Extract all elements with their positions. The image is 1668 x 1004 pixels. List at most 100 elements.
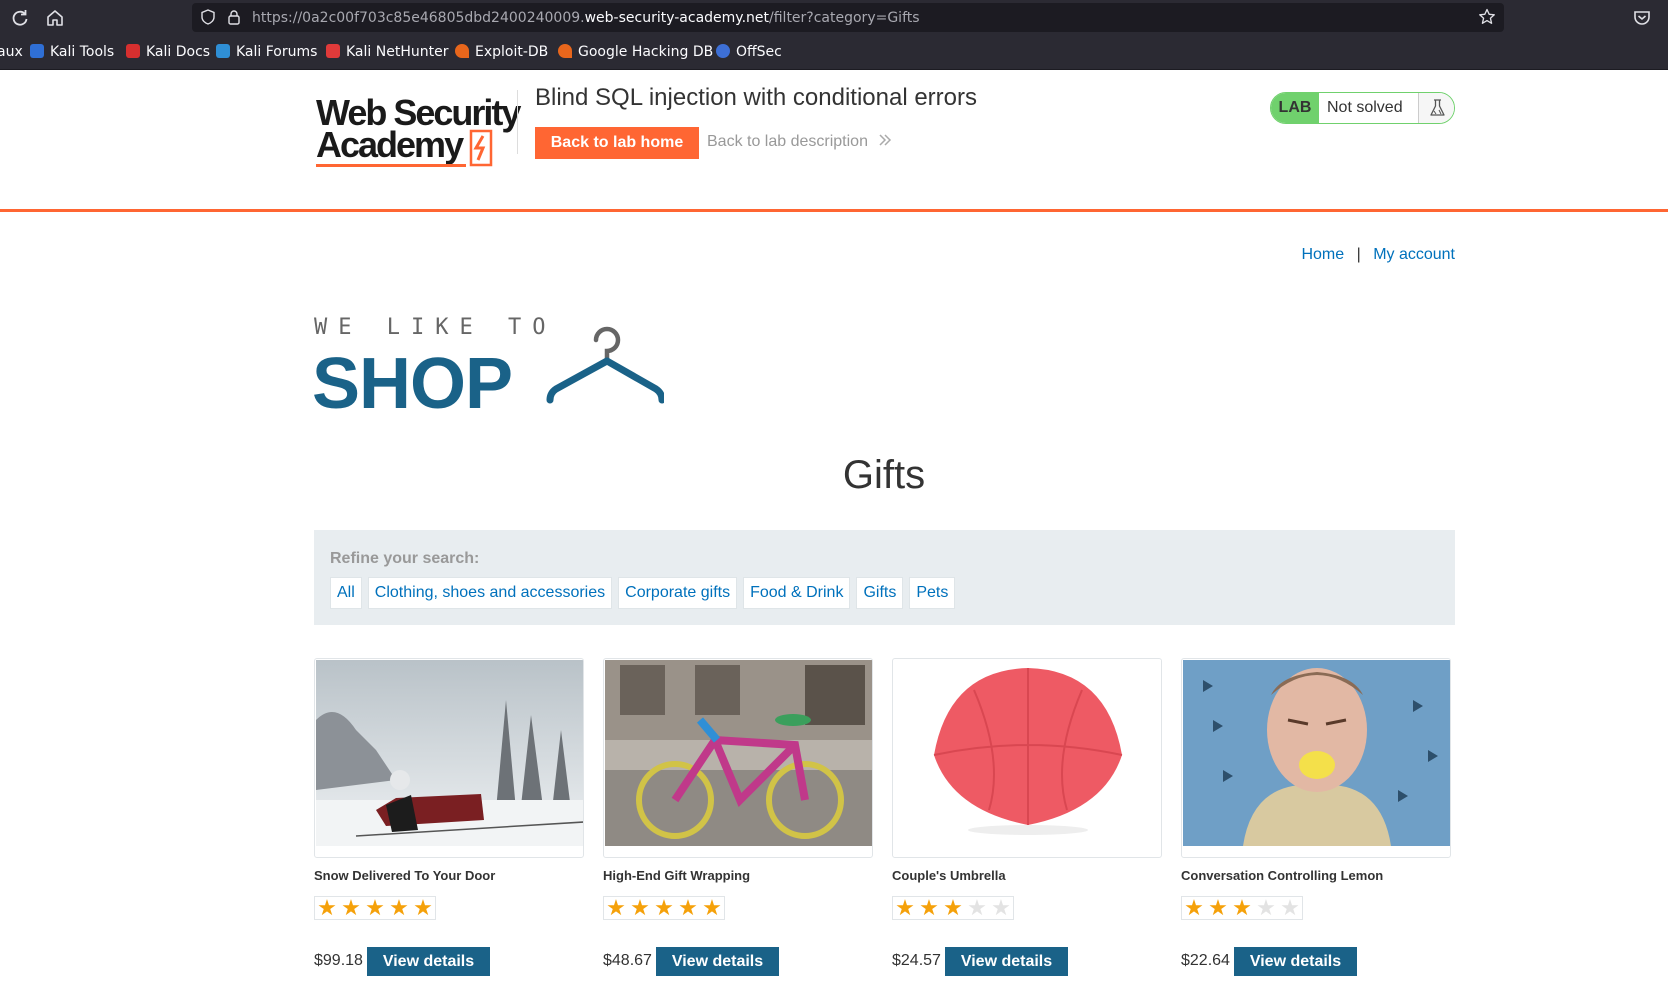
ghdb-icon	[558, 44, 572, 58]
url-field[interactable]: https://0a2c00f703c85e46805dbd2400240009…	[192, 3, 1504, 32]
bookmark-kali-docs[interactable]: Kali Docs	[126, 44, 210, 60]
hanger-icon	[546, 326, 664, 404]
double-chevron-right-icon	[872, 133, 892, 150]
bookmarks-bar: aux Kali Tools Kali Docs Kali Forums Kal…	[0, 35, 1668, 70]
bookmark-kali-forums[interactable]: Kali Forums	[216, 44, 317, 60]
star-empty-icon: ★	[1280, 895, 1300, 920]
url-text[interactable]: https://0a2c00f703c85e46805dbd2400240009…	[252, 10, 920, 26]
flask-icon	[1418, 93, 1454, 123]
star-filled-icon: ★	[1184, 895, 1204, 920]
bookmark-label: Google Hacking DB	[578, 44, 714, 60]
filter-all[interactable]: All	[330, 577, 362, 609]
filter-corporate-gifts[interactable]: Corporate gifts	[618, 577, 738, 609]
bookmark-aux[interactable]: aux	[0, 44, 23, 60]
back-to-lab-description-link[interactable]: Back to lab description	[707, 133, 892, 151]
star-rating: ★ ★ ★ ★ ★	[892, 896, 1014, 920]
view-details-button[interactable]: View details	[367, 947, 490, 976]
tracking-shield-icon[interactable]	[200, 9, 216, 30]
lock-icon[interactable]	[227, 9, 241, 30]
star-filled-icon: ★	[341, 895, 361, 920]
bookmark-label: OffSec	[736, 44, 782, 60]
exploit-db-icon	[455, 44, 469, 58]
filter-list: All Clothing, shoes and accessories Corp…	[330, 577, 956, 609]
view-details-button[interactable]: View details	[945, 947, 1068, 976]
star-empty-icon: ★	[991, 895, 1011, 920]
kali-docs-icon	[126, 44, 140, 58]
filter-pets[interactable]: Pets	[909, 577, 956, 609]
pocket-icon[interactable]	[1632, 8, 1652, 28]
url-prefix: https://0a2c00f703c85e46805dbd2400240009…	[252, 10, 585, 26]
bookmark-label: Kali NetHunter	[346, 44, 449, 60]
lab-status-widget: LAB Not solved	[1270, 92, 1455, 124]
bookmark-kali-nethunter[interactable]: Kali NetHunter	[326, 44, 448, 60]
view-details-button[interactable]: View details	[1234, 947, 1357, 976]
star-rating: ★ ★ ★ ★ ★	[314, 896, 436, 920]
product-name: Conversation Controlling Lemon	[1181, 868, 1384, 883]
bookmark-offsec[interactable]: OffSec	[716, 44, 782, 60]
product-name: Snow Delivered To Your Door	[314, 868, 496, 883]
bookmark-star-icon[interactable]	[1478, 8, 1496, 31]
bookmark-label: Kali Tools	[50, 44, 115, 60]
star-rating: ★ ★ ★ ★ ★	[1181, 896, 1303, 920]
product-name: High-End Gift Wrapping	[603, 868, 751, 883]
star-filled-icon: ★	[678, 895, 698, 920]
shop-logo-word: SHOP	[312, 344, 513, 424]
bookmark-exploit-db[interactable]: Exploit-DB	[455, 44, 548, 60]
web-security-academy-logo[interactable]: Web Security Academy	[316, 92, 521, 167]
star-filled-icon: ★	[895, 895, 915, 920]
lab-title: Blind SQL injection with conditional err…	[535, 84, 977, 111]
view-details-button[interactable]: View details	[656, 947, 779, 976]
lab-badge: LAB	[1271, 93, 1319, 123]
product-image-umbrella[interactable]	[892, 658, 1162, 858]
star-empty-icon: ★	[1256, 895, 1276, 920]
kali-nethunter-icon	[326, 44, 340, 58]
logo-underline	[316, 164, 466, 167]
reload-icon[interactable]	[10, 8, 30, 28]
filter-gifts[interactable]: Gifts	[856, 577, 904, 609]
filter-clothing[interactable]: Clothing, shoes and accessories	[367, 577, 613, 609]
star-filled-icon: ★	[389, 895, 409, 920]
star-filled-icon: ★	[702, 895, 722, 920]
logo-bolt-icon	[469, 129, 493, 167]
lab-status-text: Not solved	[1327, 99, 1403, 116]
star-filled-icon: ★	[413, 895, 433, 920]
star-filled-icon: ★	[654, 895, 674, 920]
star-filled-icon: ★	[317, 895, 337, 920]
kali-forums-icon	[216, 44, 230, 58]
product-image-snow-train[interactable]	[314, 658, 584, 858]
product-grid: Snow Delivered To Your Door ★ ★ ★ ★ ★ $99.18…	[314, 658, 1455, 1004]
star-filled-icon: ★	[630, 895, 650, 920]
bookmark-label: Kali Docs	[146, 44, 211, 60]
header-divider	[517, 90, 518, 154]
star-empty-icon: ★	[967, 895, 987, 920]
product-price: $99.18	[314, 952, 363, 969]
star-filled-icon: ★	[1208, 895, 1228, 920]
nav-separator: |	[1356, 246, 1361, 263]
star-filled-icon: ★	[606, 895, 626, 920]
filter-food-drink[interactable]: Food & Drink	[743, 577, 851, 609]
top-nav: Home | My account	[1301, 246, 1455, 264]
bookmark-label: Exploit-DB	[475, 44, 549, 60]
shop-logo-tagline: WE LIKE TO	[314, 315, 557, 340]
product-image-knitted-bike[interactable]	[603, 658, 873, 858]
url-path: /filter?category=Gifts	[769, 10, 920, 26]
shop-logo: WE LIKE TO SHOP	[312, 315, 664, 424]
browser-toolbar: https://0a2c00f703c85e46805dbd2400240009…	[0, 0, 1668, 35]
bookmark-kali-tools[interactable]: Kali Tools	[30, 44, 114, 60]
star-filled-icon: ★	[365, 895, 385, 920]
product-image-lemon-man[interactable]	[1181, 658, 1451, 858]
star-rating: ★ ★ ★ ★ ★	[603, 896, 725, 920]
home-link[interactable]: Home	[1301, 246, 1344, 263]
lab-header: Web Security Academy Blind SQL injection…	[0, 70, 1668, 212]
bookmark-google-hacking-db[interactable]: Google Hacking DB	[558, 44, 713, 60]
star-filled-icon: ★	[943, 895, 963, 920]
product-price: $22.64	[1181, 952, 1230, 969]
bookmark-label: Kali Forums	[236, 44, 318, 60]
back-to-lab-description-label: Back to lab description	[707, 133, 868, 150]
category-title: Gifts	[842, 453, 926, 497]
kali-tools-icon	[30, 44, 44, 58]
my-account-link[interactable]: My account	[1373, 246, 1455, 263]
home-icon[interactable]	[45, 8, 65, 28]
url-host: web-security-academy.net	[584, 10, 770, 26]
back-to-lab-home-button[interactable]: Back to lab home	[535, 127, 699, 159]
